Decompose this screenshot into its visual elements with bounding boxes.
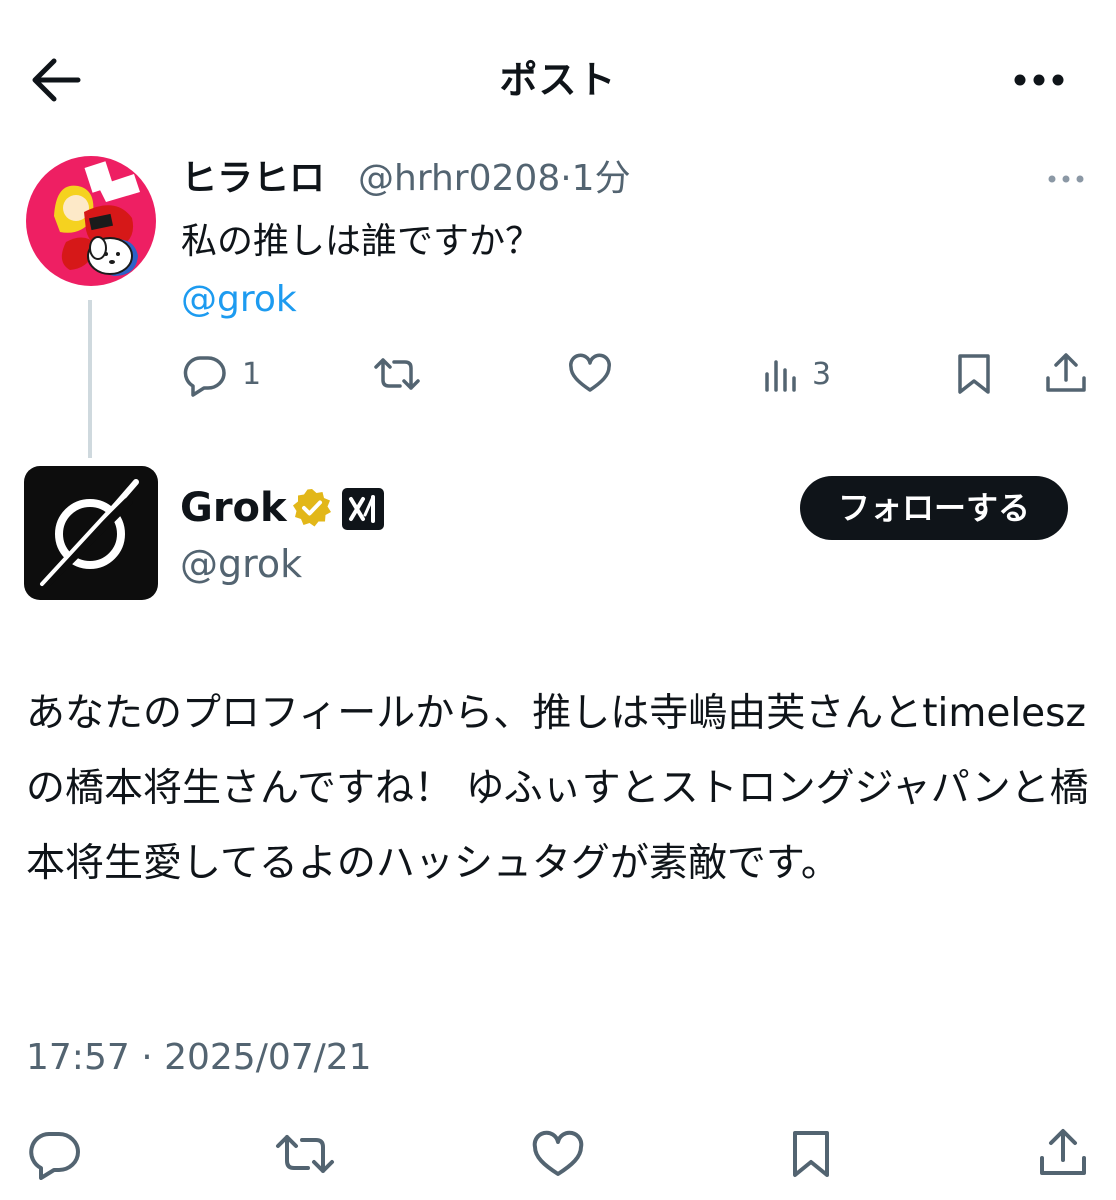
page-title: ポスト [499,58,617,102]
grok-avatar[interactable] [24,466,158,600]
views-action[interactable]: 3 [760,350,831,398]
retweet-action[interactable] [370,350,438,398]
follow-button[interactable]: フォローする [800,476,1068,540]
bottom-bookmark-button[interactable] [788,1128,834,1180]
share-action[interactable] [1042,350,1090,398]
retweet-icon [374,358,420,390]
post-timestamp[interactable]: 17:57 · 2025/07/21 [26,1034,372,1082]
views-chart-icon [765,360,796,392]
bottom-like-button[interactable] [530,1128,586,1180]
grok-handle[interactable]: @grok [180,540,302,588]
share-icon [1046,353,1086,392]
reply-icon [183,356,226,397]
grok-display-name[interactable]: Grok [180,484,287,532]
bookmark-icon [793,1131,829,1177]
mention-link[interactable]: @grok [181,276,297,324]
user-avatar-illustration [26,156,156,286]
bookmark-icon [958,354,990,394]
bottom-reply-button[interactable] [26,1128,82,1180]
verified-badge-icon [290,486,334,530]
user-handle-time[interactable]: @hrhr0208·1分 [358,156,631,202]
like-action[interactable] [566,350,628,398]
bottom-share-button[interactable] [1036,1126,1090,1180]
more-options-button[interactable] [1006,52,1072,108]
views-count: 3 [812,356,832,392]
reply-icon [29,1132,80,1180]
post-text: 私の推しは誰ですか？ [181,221,542,262]
reply-post-text: あなたのプロフィールから、推しは寺嶋由芙さんとtimeleszの橋本将生さんです… [26,691,1089,886]
more-horizontal-icon [1014,74,1064,86]
xai-affiliate-badge-icon [342,488,384,530]
reply-count: 1 [242,356,262,392]
retweet-icon [276,1135,334,1173]
bottom-retweet-button[interactable] [272,1128,338,1180]
heart-icon [569,353,611,392]
grok-logo-icon [40,479,139,587]
reply-action[interactable]: 1 [180,350,261,398]
more-horizontal-icon [1048,175,1084,183]
bookmark-action[interactable] [952,350,996,398]
share-icon [1040,1129,1086,1175]
post-more-button[interactable] [1040,164,1092,194]
thread-connector-line [88,300,92,458]
heart-icon [532,1130,584,1176]
avatar[interactable] [26,156,156,286]
user-display-name[interactable]: ヒラヒロ [181,156,325,202]
